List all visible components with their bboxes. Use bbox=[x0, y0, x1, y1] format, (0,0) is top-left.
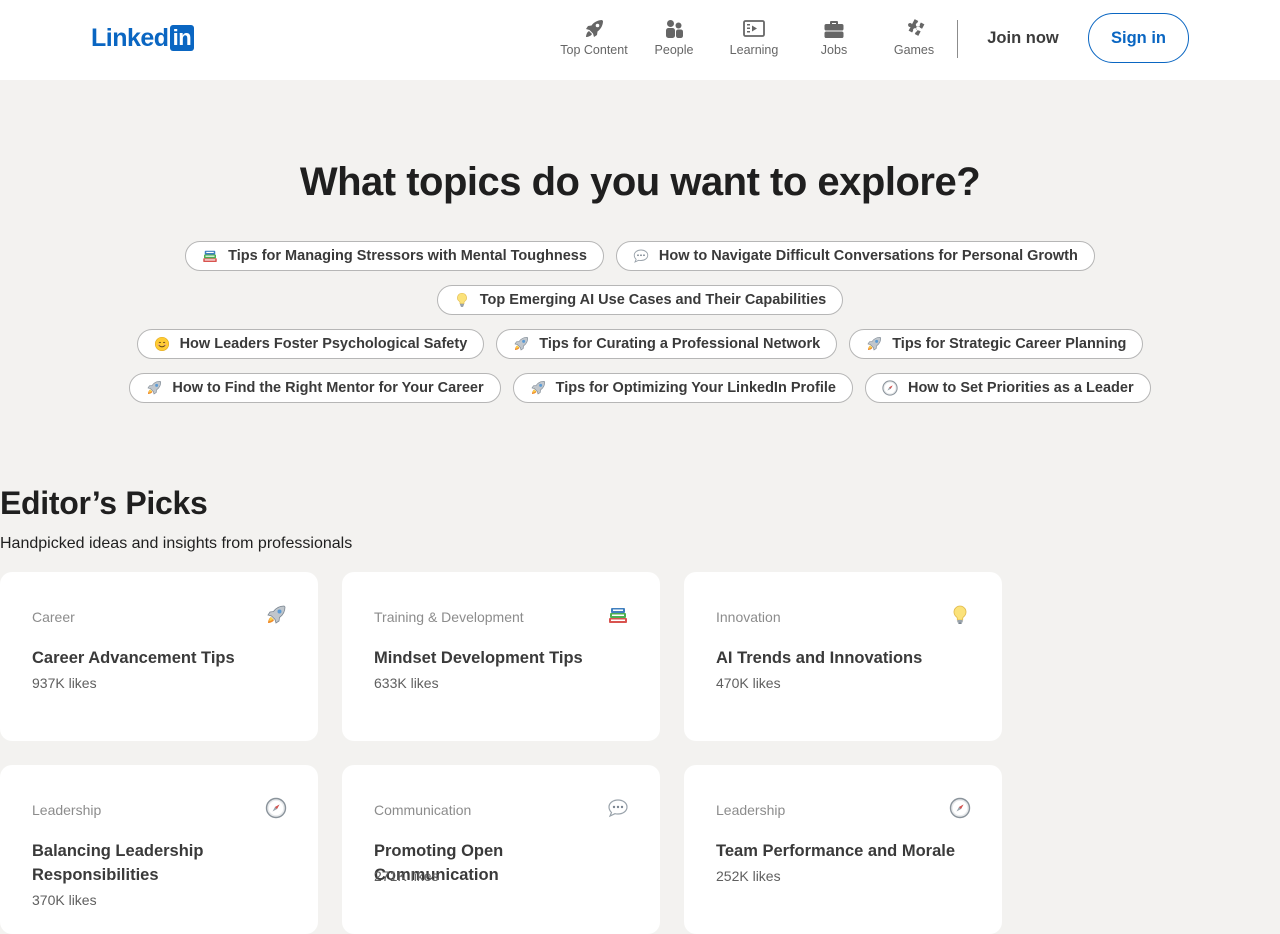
card-category: Innovation bbox=[716, 609, 781, 625]
card-likes: 470K likes bbox=[716, 675, 781, 691]
card-title: AI Trends and Innovations bbox=[716, 649, 923, 667]
section-title: Editor’s Picks bbox=[0, 485, 208, 521]
lightbulb-icon bbox=[948, 603, 972, 627]
nav-item-games[interactable]: Games bbox=[872, 17, 956, 63]
nav-label: People bbox=[654, 43, 694, 57]
compass-icon bbox=[948, 796, 972, 820]
logo-text: Linked bbox=[91, 23, 169, 52]
topic-pill-row: Top Emerging AI Use Cases and Their Capa… bbox=[0, 285, 1280, 315]
card-category: Leadership bbox=[32, 802, 102, 818]
topic-pill-label: How to Set Priorities as a Leader bbox=[907, 380, 1134, 396]
pick-card[interactable]: Innovation AI Trends and Innovations 470… bbox=[684, 572, 1002, 741]
nav-item-jobs[interactable]: Jobs bbox=[792, 17, 876, 63]
puzzle-icon bbox=[902, 17, 926, 41]
nav-item-learning[interactable]: Learning bbox=[712, 17, 796, 63]
sign-in-button[interactable]: Sign in bbox=[1088, 13, 1189, 63]
speech-bubble-icon bbox=[632, 247, 650, 265]
books-icon bbox=[606, 603, 630, 627]
card-category: Career bbox=[32, 609, 75, 625]
topic-pill-row: How Leaders Foster Psychological Safety … bbox=[0, 329, 1280, 359]
topic-pill[interactable]: Tips for Strategic Career Planning bbox=[849, 329, 1144, 359]
join-now-link[interactable]: Join now bbox=[978, 26, 1068, 50]
card-title: Career Advancement Tips bbox=[32, 649, 235, 667]
nav-item-top-content[interactable]: Top Content bbox=[552, 17, 636, 63]
card-category: Leadership bbox=[716, 802, 786, 818]
briefcase-icon bbox=[822, 17, 846, 41]
rocket-icon bbox=[264, 603, 288, 627]
card-category: Training & Development bbox=[374, 609, 524, 625]
topic-pill-label: Top Emerging AI Use Cases and Their Capa… bbox=[479, 292, 827, 308]
pick-card[interactable]: Leadership Balancing Leadership Responsi… bbox=[0, 765, 318, 934]
nav-label: Jobs bbox=[820, 43, 848, 57]
rocket-icon bbox=[865, 335, 883, 353]
rocket-icon bbox=[529, 379, 547, 397]
lightbulb-icon bbox=[453, 291, 471, 309]
topic-pill[interactable]: Tips for Managing Stressors with Mental … bbox=[185, 241, 604, 271]
card-title: Mindset Development Tips bbox=[374, 649, 583, 667]
topic-pill[interactable]: Top Emerging AI Use Cases and Their Capa… bbox=[436, 285, 844, 315]
nav-label: Games bbox=[893, 43, 935, 57]
nav-label: Top Content bbox=[560, 43, 628, 57]
topic-pill[interactable]: How to Find the Right Mentor for Your Ca… bbox=[129, 373, 501, 403]
page-title: What topics do you want to explore? bbox=[299, 160, 981, 204]
rocket-icon bbox=[512, 335, 530, 353]
topic-pill[interactable]: How to Navigate Difficult Conversations … bbox=[615, 241, 1095, 271]
compass-icon bbox=[264, 796, 288, 820]
section-subtitle: Handpicked ideas and insights from profe… bbox=[0, 535, 353, 552]
topic-pill-label: Tips for Curating a Professional Network bbox=[539, 336, 821, 352]
card-likes: 633K likes bbox=[374, 675, 439, 691]
card-title: Balancing Leadership Responsibilities bbox=[32, 842, 204, 884]
topic-pill[interactable]: Tips for Curating a Professional Network bbox=[496, 329, 838, 359]
nav-item-people[interactable]: People bbox=[632, 17, 716, 63]
main-nav: Top Content People Learning Jobs Games bbox=[552, 17, 952, 63]
topic-pill-label: Tips for Optimizing Your LinkedIn Profil… bbox=[555, 380, 836, 396]
pick-card[interactable]: Training & Development Mindset Developme… bbox=[342, 572, 660, 741]
smiley-icon bbox=[153, 335, 171, 353]
topic-pill-label: How to Find the Right Mentor for Your Ca… bbox=[172, 380, 484, 396]
compass-icon bbox=[881, 379, 899, 397]
card-category: Communication bbox=[374, 802, 472, 818]
topic-pill[interactable]: How to Set Priorities as a Leader bbox=[864, 373, 1151, 403]
topic-pill[interactable]: Tips for Optimizing Your LinkedIn Profil… bbox=[512, 373, 853, 403]
topic-pill-label: Tips for Strategic Career Planning bbox=[892, 336, 1127, 352]
nav-label: Learning bbox=[729, 43, 779, 57]
topic-pill-label: How Leaders Foster Psychological Safety bbox=[179, 336, 468, 352]
card-title: Team Performance and Morale bbox=[716, 842, 956, 860]
topic-pill-label: How to Navigate Difficult Conversations … bbox=[658, 248, 1078, 264]
pick-card[interactable]: Career Career Advancement Tips 937K like… bbox=[0, 572, 318, 741]
learning-icon bbox=[742, 17, 766, 41]
speech-bubble-icon bbox=[606, 796, 630, 820]
rocket-icon bbox=[145, 379, 163, 397]
pick-card[interactable]: Leadership Team Performance and Morale 2… bbox=[684, 765, 1002, 934]
top-nav-bar: Linked in Top Content People Learning Job… bbox=[0, 0, 1280, 80]
card-likes: 271K likes bbox=[374, 868, 439, 884]
topic-pill-row: How to Find the Right Mentor for Your Ca… bbox=[0, 373, 1280, 403]
topic-pill-label: Tips for Managing Stressors with Mental … bbox=[228, 248, 587, 264]
people-icon bbox=[662, 17, 686, 41]
card-likes: 370K likes bbox=[32, 892, 97, 908]
books-icon bbox=[201, 247, 219, 265]
nav-divider bbox=[957, 20, 958, 58]
card-likes: 252K likes bbox=[716, 868, 781, 884]
pick-card[interactable]: Communication Promoting Open Communicati… bbox=[342, 765, 660, 934]
topic-pill[interactable]: How Leaders Foster Psychological Safety bbox=[136, 329, 485, 359]
card-likes: 937K likes bbox=[32, 675, 97, 691]
logo-in-box: in bbox=[169, 25, 195, 51]
linkedin-logo[interactable]: Linked in bbox=[91, 23, 195, 52]
rocket-icon bbox=[582, 17, 606, 41]
topic-pill-row: Tips for Managing Stressors with Mental … bbox=[0, 241, 1280, 271]
